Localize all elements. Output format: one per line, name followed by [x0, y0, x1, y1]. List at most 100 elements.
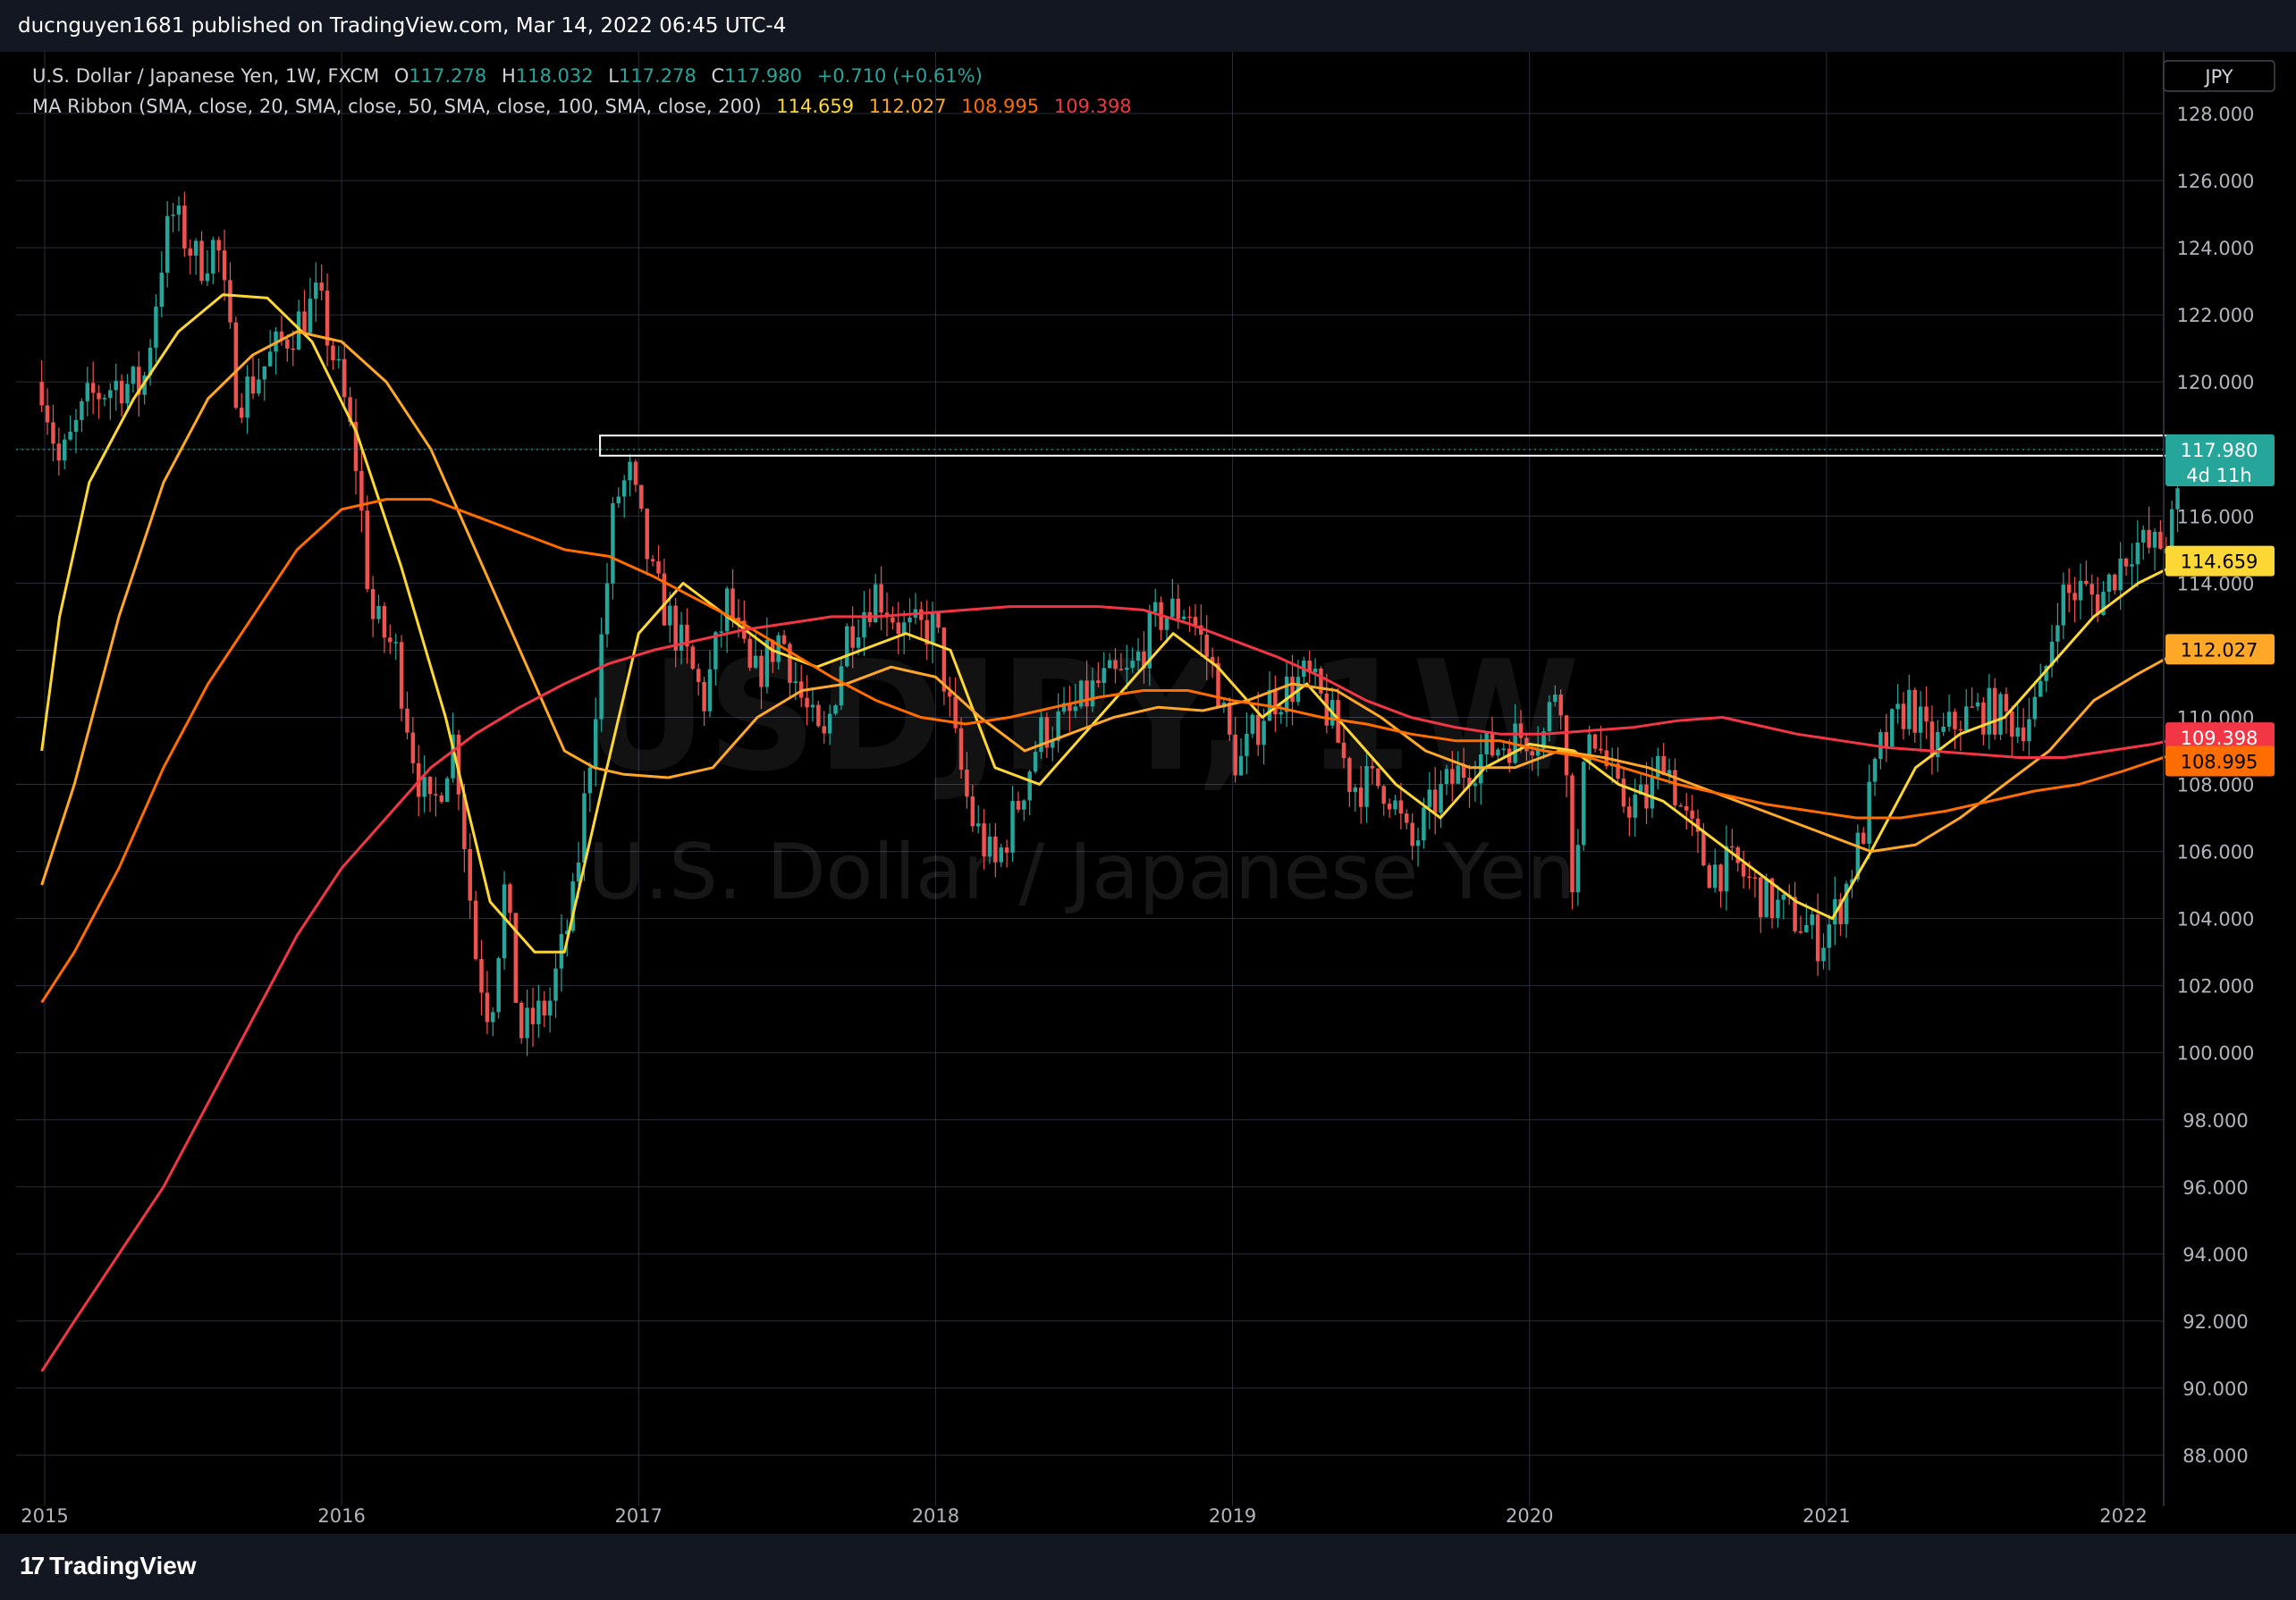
candle-body: [176, 205, 181, 215]
candle-body: [1861, 832, 1866, 844]
candle-body: [171, 215, 175, 216]
candle-body: [536, 1000, 541, 1024]
candle-body: [1958, 728, 1963, 731]
currency-badge[interactable]: JPY: [2163, 60, 2275, 92]
candle-body: [1033, 752, 1038, 772]
candle-body: [707, 669, 713, 712]
candle-body: [262, 366, 267, 380]
candle-body: [1341, 742, 1346, 759]
candle-body: [39, 382, 44, 406]
y-tick-label: 124.000: [2177, 238, 2255, 259]
candle-body: [154, 307, 158, 348]
candle-body: [930, 612, 935, 645]
legend-open-value: 117.278: [409, 65, 487, 87]
candle-body: [987, 836, 992, 857]
candle-body: [342, 358, 347, 398]
candle-body: [1010, 801, 1015, 853]
candle-body: [1650, 777, 1655, 809]
candle-body: [530, 1007, 536, 1024]
candle-body: [542, 1000, 547, 1016]
candle-body: [816, 704, 821, 727]
candle-body: [216, 240, 221, 251]
candle-body: [724, 588, 730, 632]
candle-body: [525, 1007, 529, 1039]
candle-body: [513, 913, 519, 1003]
candle-body: [102, 398, 107, 400]
candle-body: [999, 847, 1003, 863]
candle-body: [668, 605, 672, 626]
candle-body: [199, 240, 204, 282]
candle-body: [1741, 863, 1746, 877]
candle-body: [1290, 676, 1295, 703]
x-tick-label: 2017: [615, 1505, 663, 1527]
last-price-tag-value: 117.980: [2181, 440, 2258, 461]
candle-body: [1152, 602, 1158, 612]
candle-body: [1678, 805, 1684, 807]
candle-body: [1313, 668, 1318, 673]
candle-body: [1827, 924, 1832, 948]
x-tick-label: 2015: [21, 1505, 68, 1527]
y-tick-label: 88.000: [2182, 1445, 2248, 1467]
candle-body: [1107, 660, 1112, 669]
ma50-tag-value: 112.027: [2181, 639, 2258, 661]
x-tick-label: 2018: [912, 1505, 959, 1527]
candle-body: [131, 366, 136, 384]
candle-body: [753, 655, 758, 669]
candle-body: [519, 1002, 524, 1039]
legend-indicator-row[interactable]: MA Ribbon (SMA, close, 20, SMA, close, 5…: [32, 91, 1132, 122]
candle-body: [2039, 680, 2043, 697]
candle-body: [1690, 810, 1694, 819]
candle-body: [696, 669, 701, 682]
candle-body: [1553, 695, 1557, 703]
candle-body: [833, 705, 838, 714]
candle-body: [1673, 770, 1677, 806]
tradingview-logo[interactable]: 17 TradingView: [20, 1552, 197, 1580]
candle-body: [1204, 635, 1209, 658]
candle-body: [805, 697, 809, 708]
candle-body: [1490, 733, 1495, 756]
candle-body: [759, 655, 764, 687]
candle-body: [1376, 768, 1380, 787]
price-axis[interactable]: 88.000 90.000 92.000 94.000 96.000 98.000 100.…: [2177, 104, 2255, 1467]
candle-body: [314, 282, 318, 299]
candle-body: [1444, 769, 1449, 784]
candle-body: [240, 408, 244, 418]
candle-body: [2004, 694, 2009, 712]
candle-body: [73, 419, 79, 432]
candle-body: [907, 617, 912, 623]
candle-body: [1393, 800, 1397, 810]
candle-body: [1895, 703, 1900, 710]
candle-body: [547, 1000, 553, 1016]
candle-body: [896, 622, 901, 635]
price-chart[interactable]: USDJPY, 1W U.S. Dollar / Japanese Yen 88…: [0, 0, 2296, 1534]
candle-body: [485, 992, 490, 1023]
candle-body: [2140, 529, 2146, 543]
candle-body: [1810, 914, 1814, 925]
legend-low-value: 117.278: [618, 65, 696, 87]
candle-body: [1558, 695, 1563, 716]
x-tick-label: 2021: [1802, 1505, 1850, 1527]
candle-body: [1998, 694, 2003, 735]
footer: 17 TradingView: [0, 1534, 2296, 1600]
candle-body: [2118, 558, 2123, 591]
candle-body: [1987, 687, 1992, 735]
candle-body: [1970, 706, 1974, 708]
candle-body: [1461, 765, 1466, 779]
candle-body: [594, 719, 598, 768]
candle-body: [119, 381, 124, 404]
candle-body: [1570, 775, 1574, 893]
candle-body: [405, 708, 409, 733]
y-tick-label: 116.000: [2177, 506, 2255, 527]
candle-body: [1953, 712, 1957, 729]
candle-body: [1718, 864, 1723, 892]
y-tick-label: 120.000: [2177, 372, 2255, 393]
candle-body: [1707, 865, 1712, 888]
candle-body: [936, 612, 941, 628]
legend-symbol-row[interactable]: U.S. Dollar / Japanese Yen, 1W, FXCM O11…: [32, 61, 1132, 91]
candle-body: [45, 405, 50, 423]
candle-body: [633, 461, 638, 485]
candle-body: [468, 848, 472, 901]
legend-ma100-value: 108.995: [961, 96, 1040, 117]
candle-body: [1582, 762, 1586, 846]
candle-body: [331, 345, 335, 361]
